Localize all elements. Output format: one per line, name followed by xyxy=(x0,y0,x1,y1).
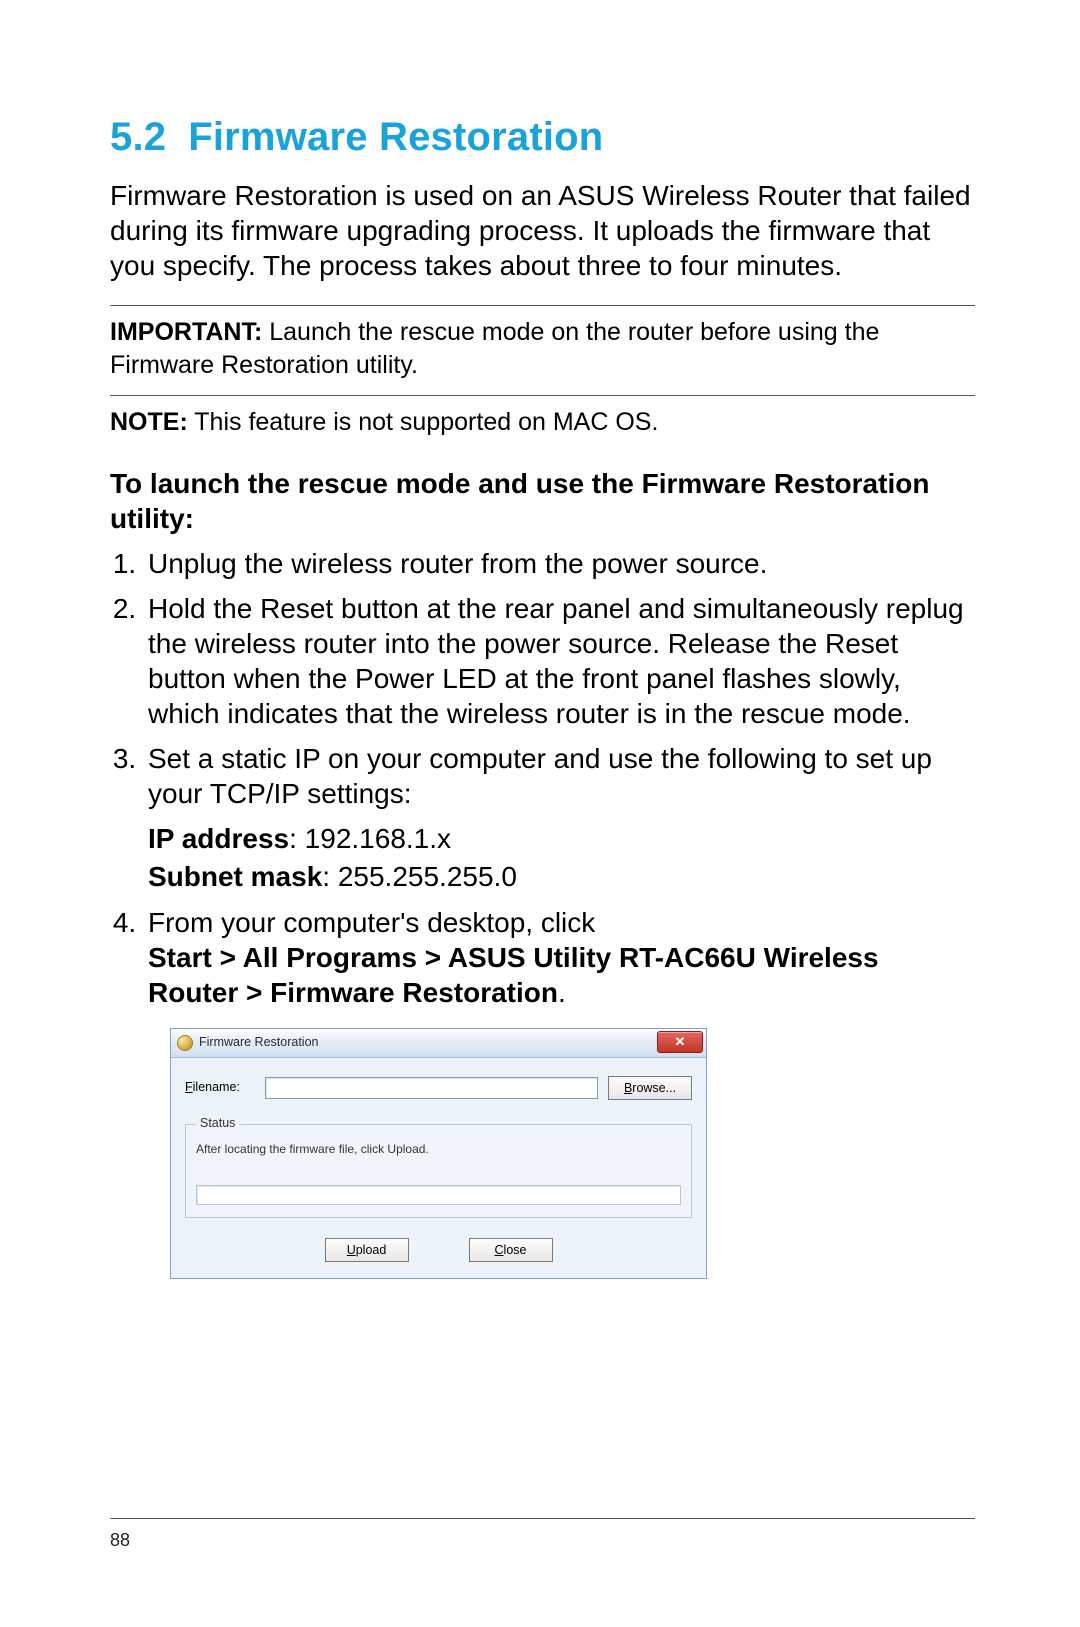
progress-bar xyxy=(196,1185,681,1205)
subnet-mask-label: Subnet mask xyxy=(148,861,322,892)
step-3: Set a static IP on your computer and use… xyxy=(144,741,975,896)
filename-label: Filename: xyxy=(185,1080,255,1096)
note-text: This feature is not supported on MAC OS. xyxy=(194,408,658,436)
upload-button[interactable]: Upload xyxy=(325,1238,409,1262)
ip-address-line: IP address: 192.168.1.x xyxy=(148,821,975,857)
note-label: NOTE: xyxy=(110,408,188,436)
intro-paragraph: Firmware Restoration is used on an ASUS … xyxy=(110,178,975,283)
manual-page: 5.2 Firmware Restoration Firmware Restora… xyxy=(0,0,1080,1627)
subnet-mask-line: Subnet mask: 255.255.255.0 xyxy=(148,859,975,895)
ip-address-label: IP address xyxy=(148,823,289,854)
status-text: After locating the firmware file, click … xyxy=(196,1142,681,1157)
dialog-titlebar: Firmware Restoration ✕ xyxy=(171,1029,706,1058)
step-2: Hold the Reset button at the rear panel … xyxy=(144,591,975,731)
step-4-path: Start > All Programs > ASUS Utility RT-A… xyxy=(148,942,879,1008)
subnet-mask-value: : 255.255.255.0 xyxy=(322,861,517,892)
step-4: From your computer's desktop, click Star… xyxy=(144,905,975,1279)
step-4-lead: From your computer's desktop, click xyxy=(148,907,595,938)
section-number: 5.2 xyxy=(110,115,166,159)
procedure-heading: To launch the rescue mode and use the Fi… xyxy=(110,466,975,536)
app-icon xyxy=(177,1035,193,1051)
dialog-body: Filename: Browse... Status After locatin… xyxy=(171,1058,706,1278)
footer-divider xyxy=(110,1518,975,1519)
step-4-tail: . xyxy=(558,977,566,1008)
steps-list: Unplug the wireless router from the powe… xyxy=(110,546,975,1279)
important-label: IMPORTANT: xyxy=(110,318,262,346)
divider xyxy=(110,395,975,396)
close-icon: ✕ xyxy=(675,1034,686,1050)
ip-address-value: : 192.168.1.x xyxy=(289,823,451,854)
divider xyxy=(110,305,975,306)
note-block: NOTE: This feature is not supported on M… xyxy=(110,406,975,439)
filename-input[interactable] xyxy=(265,1077,598,1099)
section-title: Firmware Restoration xyxy=(188,115,603,159)
section-heading: 5.2 Firmware Restoration xyxy=(110,115,975,160)
status-group: Status After locating the firmware file,… xyxy=(185,1116,692,1218)
important-note: IMPORTANT: Launch the rescue mode on the… xyxy=(110,316,975,381)
step-1: Unplug the wireless router from the powe… xyxy=(144,546,975,581)
step-3-text: Set a static IP on your computer and use… xyxy=(148,743,932,809)
dialog-title: Firmware Restoration xyxy=(199,1035,318,1051)
filename-row: Filename: Browse... xyxy=(185,1076,692,1100)
close-button[interactable]: Close xyxy=(469,1238,553,1262)
firmware-restoration-dialog: Firmware Restoration ✕ Filename: Browse.… xyxy=(170,1028,707,1279)
status-legend: Status xyxy=(196,1116,239,1132)
page-number: 88 xyxy=(110,1530,130,1551)
close-window-button[interactable]: ✕ xyxy=(657,1031,703,1053)
browse-button[interactable]: Browse... xyxy=(608,1076,692,1100)
dialog-button-row: Upload Close xyxy=(185,1238,692,1262)
